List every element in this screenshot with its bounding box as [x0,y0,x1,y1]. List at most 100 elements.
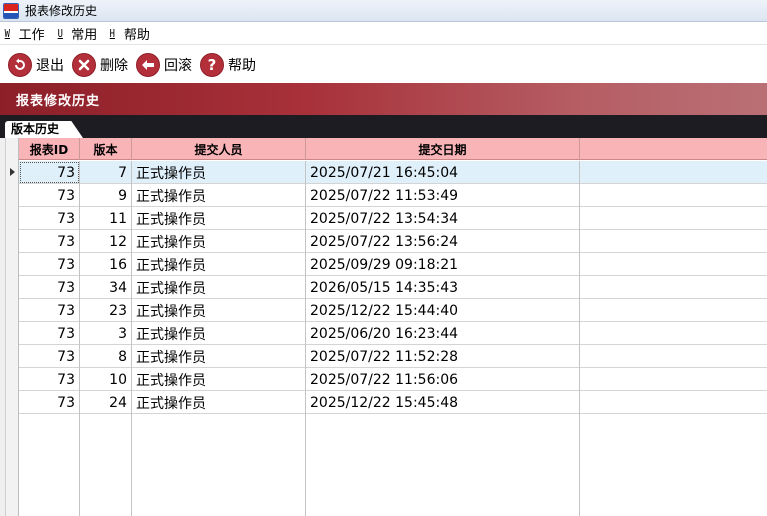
cell-report-id[interactable]: 73 [19,299,80,322]
cell-submit-date[interactable]: 2025/09/29 09:18:21 [306,253,580,276]
cell-submit-date[interactable]: 2025/07/22 11:53:49 [306,184,580,207]
menu-common[interactable]: U 常用 [57,24,98,43]
column-header-submitter[interactable]: 提交人员 [132,138,306,160]
cell-filler [580,253,767,276]
cell-version[interactable]: 3 [80,322,132,345]
grid-header: 报表ID 版本 提交人员 提交日期 [19,138,767,160]
table-row[interactable]: 73 3 正式操作员 2025/06/20 16:23:44 [19,322,767,345]
column-header-filler [580,138,767,160]
cell-submit-date[interactable]: 2025/12/22 15:44:40 [306,299,580,322]
column-header-version[interactable]: 版本 [80,138,132,160]
question-icon: ? [200,52,224,77]
cell-submit-date[interactable]: 2025/07/22 11:56:06 [306,368,580,391]
cell-submitter[interactable]: 正式操作员 [132,391,306,414]
cell-report-id[interactable]: 73 [19,184,80,207]
cell-filler [580,276,767,299]
menu-work[interactable]: W 工作 [4,24,45,43]
table-row[interactable]: 73 12 正式操作员 2025/07/22 13:56:24 [19,230,767,253]
window-title: 报表修改历史 [25,4,98,18]
delete-button[interactable]: 删除 [72,52,128,77]
table-row[interactable]: 73 8 正式操作员 2025/07/22 11:52:28 [19,345,767,368]
section-header: 报表修改历史 [0,83,767,115]
menu-work-label: 工作 [18,27,45,43]
cell-submitter[interactable]: 正式操作员 [132,184,306,207]
arrow-left-icon [136,52,160,77]
cell-submitter[interactable]: 正式操作员 [132,161,306,184]
cell-report-id[interactable]: 73 [19,276,80,299]
cell-version[interactable]: 24 [80,391,132,414]
delete-x-icon [72,52,96,77]
cell-submit-date[interactable]: 2025/07/21 16:45:04 [306,161,580,184]
cell-version[interactable]: 11 [80,207,132,230]
cell-report-id[interactable]: 73 [19,345,80,368]
cell-version[interactable]: 16 [80,253,132,276]
exit-button[interactable]: 退出 [8,52,64,77]
cell-submitter[interactable]: 正式操作员 [132,276,306,299]
cell-version[interactable]: 12 [80,230,132,253]
table-row[interactable]: 73 9 正式操作员 2025/07/22 11:53:49 [19,184,767,207]
cell-report-id[interactable]: 73 [19,207,80,230]
cell-filler [580,230,767,253]
cell-report-id[interactable]: 73 [19,253,80,276]
table-row[interactable]: 73 7 正式操作员 2025/07/21 16:45:04 [19,161,767,184]
tab-strip: 版本历史 [0,115,767,138]
title-bar: 报表修改历史 [0,0,767,22]
cell-filler [580,299,767,322]
menu-common-label: 常用 [71,27,98,43]
current-row-indicator-icon [10,168,15,176]
table-row[interactable]: 73 11 正式操作员 2025/07/22 13:54:34 [19,207,767,230]
cell-submitter[interactable]: 正式操作员 [132,322,306,345]
tab-version-history-label: 版本历史 [11,122,60,136]
cell-filler [580,345,767,368]
cell-version[interactable]: 23 [80,299,132,322]
cell-submitter[interactable]: 正式操作员 [132,230,306,253]
cell-submitter[interactable]: 正式操作员 [132,299,306,322]
table-row[interactable]: 73 34 正式操作员 2026/05/15 14:35:43 [19,276,767,299]
cell-version[interactable]: 10 [80,368,132,391]
toolbar: 退出 删除 回滚 ? 帮助 [0,46,767,83]
cell-submitter[interactable]: 正式操作员 [132,253,306,276]
app-logo-icon [3,2,19,19]
rollback-label: 回滚 [164,57,192,74]
history-grid: 报表ID 版本 提交人员 提交日期 73 7 正式操作员 2025/07/21 16:… [0,138,767,516]
row-indicator-column [6,138,19,516]
delete-label: 删除 [100,57,128,74]
table-row[interactable]: 73 23 正式操作员 2025/12/22 15:44:40 [19,299,767,322]
menu-help-shortcut: H [109,26,116,40]
cell-report-id[interactable]: 73 [19,391,80,414]
cell-submitter[interactable]: 正式操作员 [132,345,306,368]
cell-filler [580,161,767,184]
cell-submit-date[interactable]: 2025/07/22 13:54:34 [306,207,580,230]
table-row[interactable]: 73 10 正式操作员 2025/07/22 11:56:06 [19,368,767,391]
cell-submitter[interactable]: 正式操作员 [132,368,306,391]
cell-report-id[interactable]: 73 [19,368,80,391]
cell-submit-date[interactable]: 2025/06/20 16:23:44 [306,322,580,345]
column-header-report-id[interactable]: 报表ID [19,138,80,160]
cell-filler [580,184,767,207]
app-window: 报表修改历史 W 工作 U 常用 H 帮助 退出 删除 回滚 ? 帮助 报表修改… [0,0,767,516]
menu-help-label: 帮助 [123,27,150,43]
tab-version-history[interactable]: 版本历史 [5,121,83,138]
table-row[interactable]: 73 24 正式操作员 2025/12/22 15:45:48 [19,391,767,414]
cell-version[interactable]: 7 [80,161,132,184]
cell-version[interactable]: 8 [80,345,132,368]
cell-submit-date[interactable]: 2026/05/15 14:35:43 [306,276,580,299]
menu-help[interactable]: H 帮助 [109,24,150,43]
menu-work-shortcut: W [4,26,10,40]
help-button[interactable]: ? 帮助 [200,52,256,77]
cell-submit-date[interactable]: 2025/12/22 15:45:48 [306,391,580,414]
cell-version[interactable]: 9 [80,184,132,207]
cell-report-id[interactable]: 73 [19,322,80,345]
cell-report-id[interactable]: 73 [19,161,80,184]
cell-version[interactable]: 34 [80,276,132,299]
grid-rows: 73 7 正式操作员 2025/07/21 16:45:04 73 9 正式操作员 2025/… [19,161,767,414]
cell-filler [580,207,767,230]
cell-report-id[interactable]: 73 [19,230,80,253]
cell-submit-date[interactable]: 2025/07/22 11:52:28 [306,345,580,368]
cell-submitter[interactable]: 正式操作员 [132,207,306,230]
table-row[interactable]: 73 16 正式操作员 2025/09/29 09:18:21 [19,253,767,276]
help-label: 帮助 [228,57,256,74]
column-header-submit-date[interactable]: 提交日期 [306,138,580,160]
rollback-button[interactable]: 回滚 [136,52,192,77]
cell-submit-date[interactable]: 2025/07/22 13:56:24 [306,230,580,253]
